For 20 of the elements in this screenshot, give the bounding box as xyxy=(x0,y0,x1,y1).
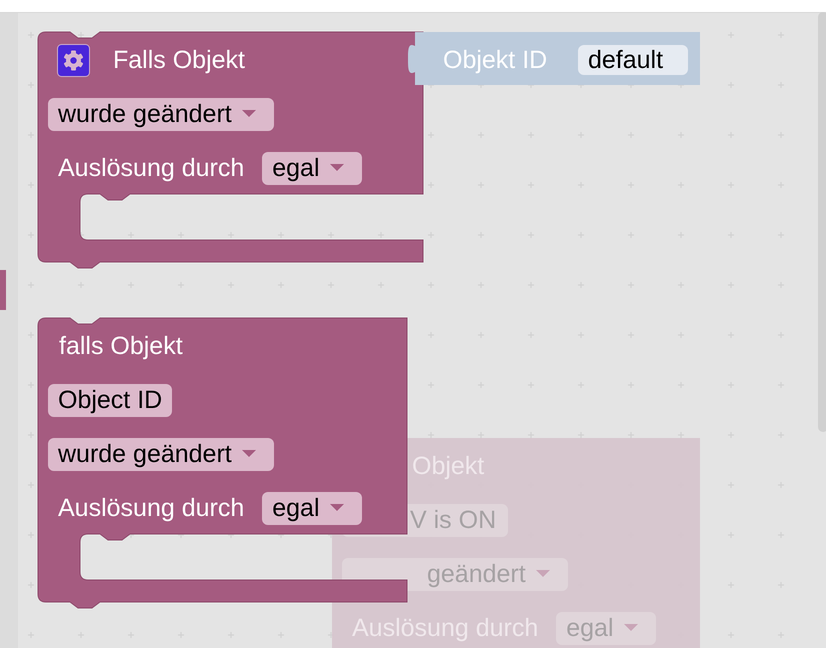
block-title: Falls Objekt xyxy=(113,46,245,74)
dropdown[interactable]: egal xyxy=(262,152,362,184)
caret-icon xyxy=(330,504,344,512)
block-label: Objekt ID xyxy=(443,45,548,75)
block-label: Auslösung durch xyxy=(58,154,244,182)
dropdown[interactable]: wurde geändert xyxy=(48,98,274,130)
caret-icon xyxy=(536,570,550,578)
scrollbar[interactable] xyxy=(818,12,826,432)
settings-icon[interactable] xyxy=(57,44,90,76)
caret-icon xyxy=(330,164,344,172)
dropdown[interactable]: egal xyxy=(262,492,362,524)
block-title: falls Objekt xyxy=(59,332,183,360)
caret-icon xyxy=(242,110,256,118)
category-marker[interactable] xyxy=(0,270,6,310)
block-label: Auslösung durch xyxy=(58,494,244,522)
dropdown[interactable]: wurde geändert xyxy=(48,438,274,470)
value-field[interactable]: Object ID xyxy=(48,384,172,416)
caret-icon xyxy=(242,450,256,458)
caret-icon xyxy=(624,624,638,632)
text-field[interactable]: default xyxy=(578,45,688,75)
